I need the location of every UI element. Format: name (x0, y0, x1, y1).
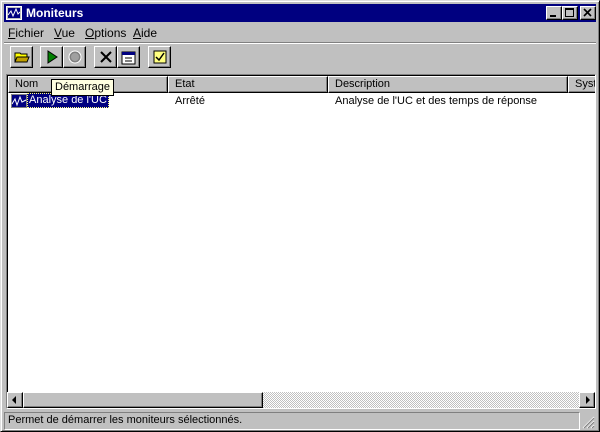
stop-record-icon (68, 50, 82, 64)
arrow-right-icon (586, 396, 590, 404)
close-icon (583, 8, 592, 17)
resize-grip-icon[interactable] (582, 416, 595, 429)
maximize-button[interactable] (562, 6, 578, 20)
start-play-icon (47, 50, 58, 64)
main-window: Moniteurs Fichier Vue Options Aide Nom E… (0, 0, 600, 432)
maximize-icon (565, 8, 574, 17)
scroll-left-button[interactable] (7, 392, 23, 408)
minimize-icon (550, 15, 556, 17)
monitor-row-icon (11, 94, 27, 108)
delete-x-icon (100, 51, 112, 63)
column-header-description[interactable]: Description (328, 76, 568, 93)
scroll-right-button[interactable] (579, 392, 595, 408)
menu-bar: Fichier Vue Options Aide (4, 24, 596, 42)
column-header-etat[interactable]: Etat (168, 76, 328, 93)
menu-fichier-label: ichier (15, 26, 45, 40)
title-bar[interactable]: Moniteurs (4, 4, 596, 22)
row-state-cell: Arrêté (175, 95, 205, 107)
properties-button[interactable] (117, 46, 140, 68)
menu-aide[interactable]: Aide (133, 26, 157, 40)
properties-icon (121, 51, 136, 65)
menu-aide-label: ide (141, 26, 158, 40)
menu-options-accel: O (85, 26, 95, 40)
column-header-systeme[interactable]: Système (568, 76, 595, 93)
monitor-list[interactable]: Nom Etat Description Système Analyse de … (6, 74, 596, 409)
menu-aide-accel: A (133, 26, 142, 40)
window-title: Moniteurs (26, 6, 84, 20)
stop-button[interactable] (63, 46, 86, 68)
menu-fichier[interactable]: Fichier (8, 26, 44, 40)
start-button[interactable] (40, 46, 63, 68)
scroll-thumb[interactable] (23, 392, 263, 408)
menu-vue-accel: V (54, 26, 62, 40)
delete-button[interactable] (94, 46, 117, 68)
open-folder-icon (14, 52, 30, 63)
minimize-button[interactable] (546, 6, 562, 20)
monitor-app-icon (6, 6, 22, 20)
status-text: Permet de démarrer les moniteurs sélecti… (4, 412, 580, 430)
row-description-cell: Analyse de l'UC et des temps de réponse (335, 95, 538, 107)
open-button[interactable] (10, 46, 33, 68)
menu-options[interactable]: Options (85, 26, 126, 40)
menu-vue-label: ue (61, 26, 75, 40)
toolbar (4, 44, 596, 72)
menu-vue[interactable]: Vue (54, 26, 75, 40)
start-tooltip: Démarrage (51, 79, 115, 96)
checklist-icon (153, 50, 167, 64)
close-button[interactable] (580, 6, 596, 20)
horizontal-scrollbar[interactable] (7, 392, 595, 408)
status-bar: Permet de démarrer les moniteurs sélecti… (4, 411, 596, 430)
arrow-left-icon (12, 396, 16, 404)
menu-options-label: ptions (94, 26, 127, 40)
checklist-button[interactable] (148, 46, 171, 68)
